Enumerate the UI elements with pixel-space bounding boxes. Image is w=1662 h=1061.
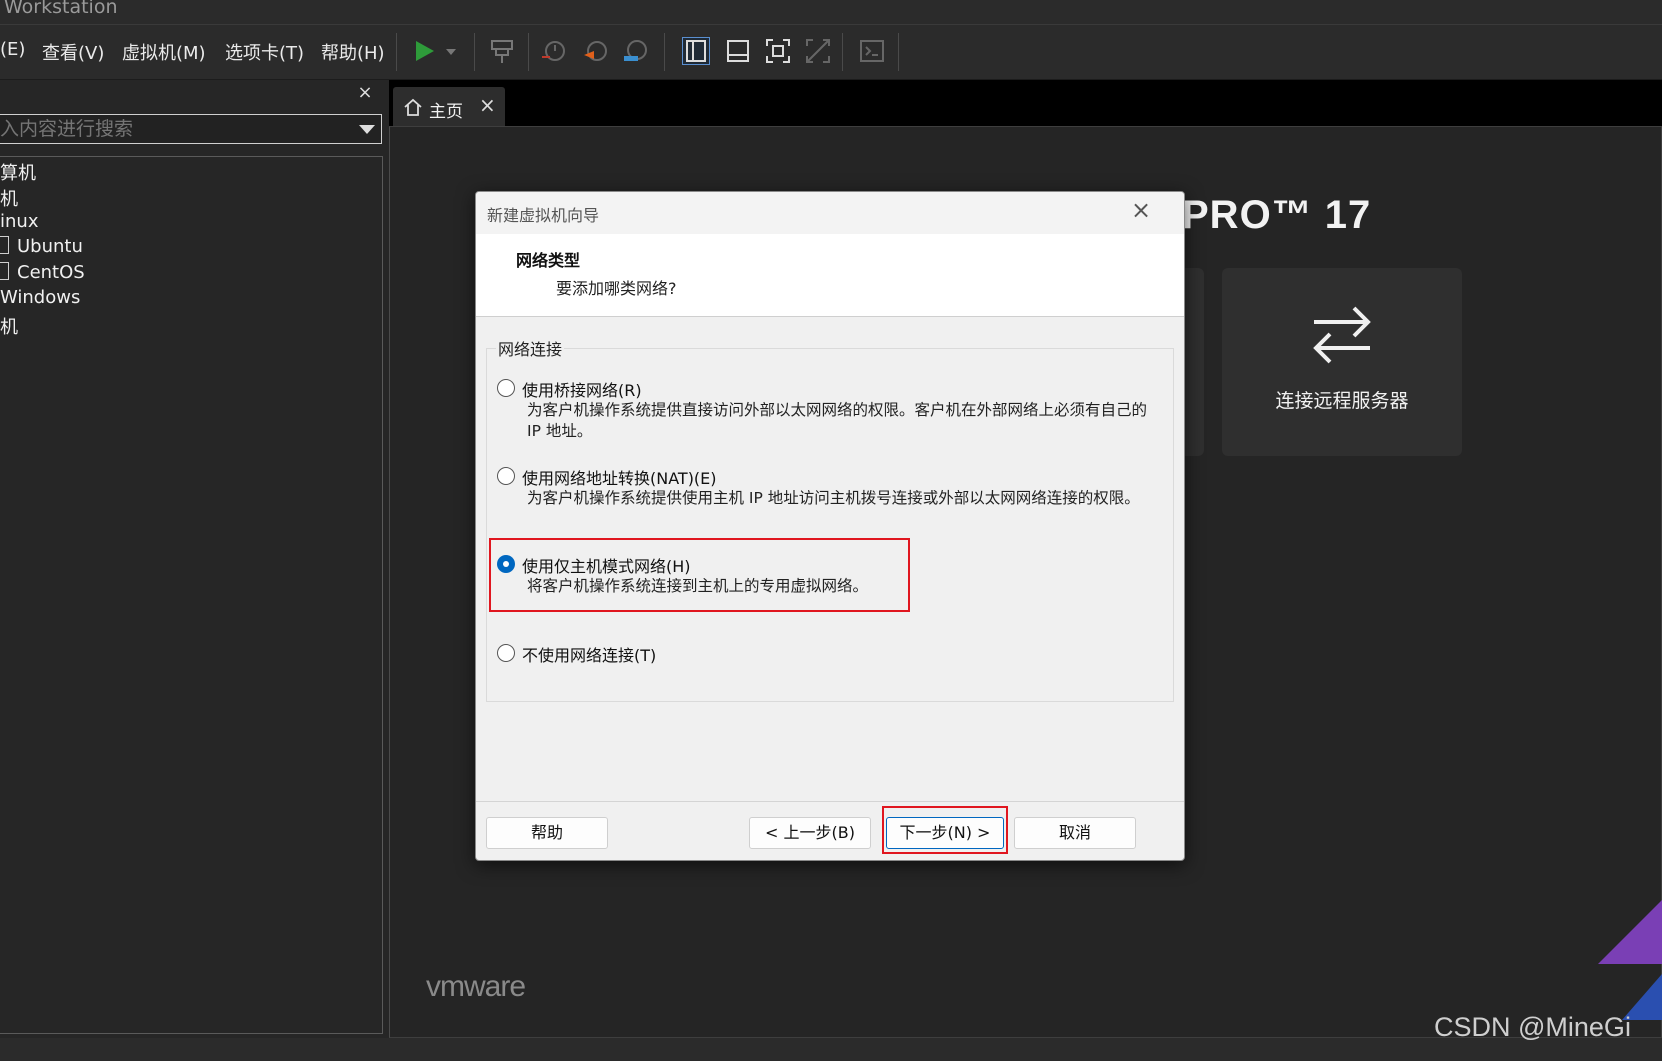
option-host-only-desc: 将客户机操作系统连接到主机上的专用虚拟网络。 — [527, 577, 869, 595]
option-no-network-label[interactable]: 不使用网络连接(T) — [522, 642, 656, 666]
dialog-heading: 网络类型 — [516, 251, 581, 270]
menu-edit[interactable]: (E) — [0, 39, 25, 60]
console-icon[interactable] — [858, 37, 886, 65]
option-nat-label[interactable]: 使用网络地址转换(NAT)(E) — [522, 465, 717, 489]
cancel-button[interactable]: 取消 — [1014, 817, 1136, 849]
new-vm-wizard-dialog: 新建虚拟机向导 × 网络类型 要添加哪类网络? 网络连接 使用桥接网络(R) 为… — [475, 191, 1185, 861]
toolbar-separator — [898, 33, 899, 71]
menu-view[interactable]: 查看(V) — [42, 39, 104, 65]
vmware-logo: vmware — [426, 970, 526, 1003]
toolbar-separator — [528, 33, 529, 71]
radio-host-only[interactable] — [497, 555, 515, 573]
tree-item-linux[interactable]: inux — [0, 211, 38, 232]
tree-item-windows[interactable]: Windows — [0, 287, 80, 308]
send-keys-icon[interactable] — [488, 37, 516, 65]
play-dropdown-icon[interactable] — [444, 37, 458, 65]
footer-divider — [476, 801, 1184, 802]
tab-home[interactable]: 主页 × — [393, 87, 505, 126]
group-label: 网络连接 — [496, 336, 565, 360]
home-icon — [404, 98, 422, 116]
full-screen-icon[interactable] — [764, 37, 792, 65]
menu-vm[interactable]: 虚拟机(M) — [122, 39, 206, 65]
library-search-box[interactable] — [0, 114, 382, 144]
menu-toolbar: (E) 查看(V) 虚拟机(M) 选项卡(T) 帮助(H) — [0, 25, 1662, 80]
connect-remote-server-label: 连接远程服务器 — [1275, 390, 1409, 412]
vm-icon — [0, 236, 9, 254]
vm-icon — [0, 262, 9, 280]
toolbar-separator — [474, 33, 475, 71]
menu-tabs[interactable]: 选项卡(T) — [225, 39, 304, 65]
radio-nat[interactable] — [497, 467, 515, 485]
library-tree: 算机 机 inux Ubuntu CentOS Windows 机 — [0, 156, 383, 1034]
unity-icon[interactable] — [804, 37, 832, 65]
tab-close-icon[interactable]: × — [479, 93, 496, 117]
radio-bridged[interactable] — [497, 379, 515, 397]
dialog-titlebar: 新建虚拟机向导 × — [476, 192, 1184, 234]
option-bridged-desc: 为客户机操作系统提供直接访问外部以太网网络的权限。客户机在外部网络上必须有自己的… — [527, 401, 1148, 440]
toolbar-separator — [842, 33, 843, 71]
window-title: Workstation — [4, 0, 118, 18]
tree-item-ubuntu[interactable]: Ubuntu — [0, 236, 83, 257]
radio-no-network[interactable] — [497, 644, 515, 662]
library-search-input[interactable] — [0, 115, 340, 143]
tree-item-vm-group[interactable]: 机 — [0, 185, 18, 211]
tree-item-my-computer[interactable]: 算机 — [0, 159, 36, 185]
option-nat-desc: 为客户机操作系统提供使用主机 IP 地址访问主机拨号连接或外部以太网网络连接的权… — [527, 489, 1140, 507]
dialog-subheading: 要添加哪类网络? — [556, 279, 677, 298]
connect-remote-server-card[interactable]: 连接远程服务器 — [1222, 268, 1462, 456]
tree-item-label: Ubuntu — [17, 236, 83, 257]
help-button[interactable]: 帮助 — [486, 817, 608, 849]
next-button[interactable]: 下一步(N) > — [886, 817, 1004, 849]
show-library-icon[interactable] — [682, 37, 710, 65]
menu-help[interactable]: 帮助(H) — [321, 39, 385, 65]
dialog-header: 网络类型 要添加哪类网络? — [476, 234, 1184, 317]
back-button[interactable]: < 上一步(B) — [749, 817, 871, 849]
snapshot-take-icon[interactable] — [540, 37, 568, 65]
tab-label: 主页 — [429, 102, 463, 122]
swap-arrows-icon — [1313, 306, 1371, 364]
play-icon[interactable] — [410, 37, 438, 65]
option-host-only-label[interactable]: 使用仅主机模式网络(H) — [522, 553, 691, 577]
tree-item-centos[interactable]: CentOS — [0, 262, 85, 283]
window-titlebar: Workstation — [0, 0, 1662, 25]
snapshot-revert-icon[interactable] — [582, 37, 610, 65]
thumbnail-bar-icon[interactable] — [724, 37, 752, 65]
snapshot-manager-icon[interactable] — [622, 37, 650, 65]
dialog-title: 新建虚拟机向导 — [487, 206, 600, 225]
option-bridged-label[interactable]: 使用桥接网络(R) — [522, 377, 642, 401]
close-icon[interactable]: × — [1131, 196, 1151, 224]
tab-strip — [389, 80, 1662, 126]
product-title: PRO™ 17 — [1182, 193, 1372, 237]
tree-item-shared-vms[interactable]: 机 — [0, 313, 18, 339]
corner-decoration — [1598, 900, 1662, 1020]
toolbar-separator — [396, 33, 397, 71]
close-icon[interactable]: × — [356, 84, 374, 102]
dropdown-arrow-icon[interactable] — [359, 125, 375, 134]
toolbar-separator — [664, 33, 665, 71]
tree-item-label: CentOS — [17, 262, 85, 283]
status-bar — [0, 1038, 1662, 1061]
watermark: CSDN @MineGi — [1434, 1012, 1631, 1042]
